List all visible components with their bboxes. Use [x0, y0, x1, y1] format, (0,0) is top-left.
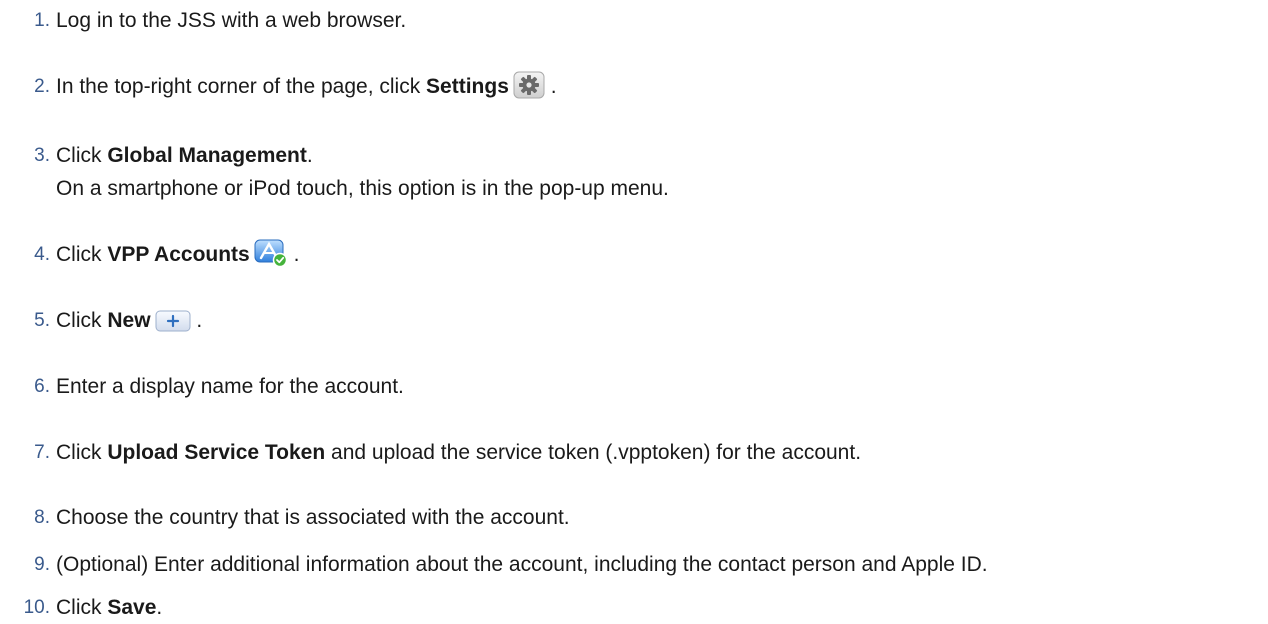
vpp-accounts-icon	[254, 239, 288, 277]
step-text-plain: (Optional) Enter additional information …	[56, 553, 988, 576]
step-number: 3.	[34, 145, 50, 166]
gear-icon	[513, 71, 545, 109]
step-text-bold: Save	[107, 596, 157, 619]
step-text-plain: Enter a display name for the account.	[56, 375, 404, 398]
step-number: 5.	[34, 310, 50, 331]
step-number: 1.	[34, 10, 50, 31]
step-number: 8.	[34, 507, 50, 528]
step-number: 7.	[34, 442, 50, 463]
step-text-post: .	[190, 309, 203, 332]
step-text: Click Global Management. On a smartphone…	[56, 139, 1228, 205]
step-number: 2.	[34, 76, 50, 97]
step-text-pre: Click	[56, 144, 108, 167]
step-text-bold: Upload Service Token	[107, 441, 326, 464]
step-number: 4.	[34, 244, 50, 265]
step-text-bold: Global Management	[107, 144, 307, 167]
step-text-plain: Choose the country that is associated wi…	[56, 506, 570, 529]
step-text: Click New .	[56, 304, 1228, 343]
step-text: Click VPP Accounts .	[56, 238, 1228, 277]
step-number: 9.	[34, 554, 50, 575]
step-text: Log in to the JSS with a web browser.	[56, 4, 1228, 37]
plus-button-icon	[155, 309, 191, 343]
step-number: 6.	[34, 376, 50, 397]
step-text-bold: VPP Accounts	[107, 243, 250, 266]
step-text-post: and upload the service token (.vpptoken)…	[325, 441, 862, 464]
step-text-pre: Click	[56, 243, 108, 266]
step-text: (Optional) Enter additional information …	[56, 548, 1228, 581]
step-text-plain: Log in to the JSS with a web browser.	[56, 9, 407, 32]
step-text: Click Upload Service Token and upload th…	[56, 436, 1228, 469]
step-text: Choose the country that is associated wi…	[56, 501, 1228, 534]
step-text-post: .	[544, 75, 557, 98]
step-text-pre: In the top-right corner of the page, cli…	[56, 75, 427, 98]
step-text: Enter a display name for the account.	[56, 370, 1228, 403]
step-text-post: .	[156, 596, 163, 619]
step-text-bold: Settings	[426, 75, 509, 98]
step-text-post: .	[306, 144, 313, 167]
step-subnote: On a smartphone or iPod touch, this opti…	[56, 177, 669, 200]
step-number: 10.	[23, 597, 50, 618]
step-text-post: .	[287, 243, 300, 266]
step-text: In the top-right corner of the page, cli…	[56, 70, 1228, 109]
step-text-bold: New	[107, 309, 151, 332]
step-text-pre: Click	[56, 309, 108, 332]
step-text: Click Save.	[56, 597, 1228, 618]
step-text-pre: Click	[56, 596, 108, 619]
step-text-pre: Click	[56, 441, 108, 464]
